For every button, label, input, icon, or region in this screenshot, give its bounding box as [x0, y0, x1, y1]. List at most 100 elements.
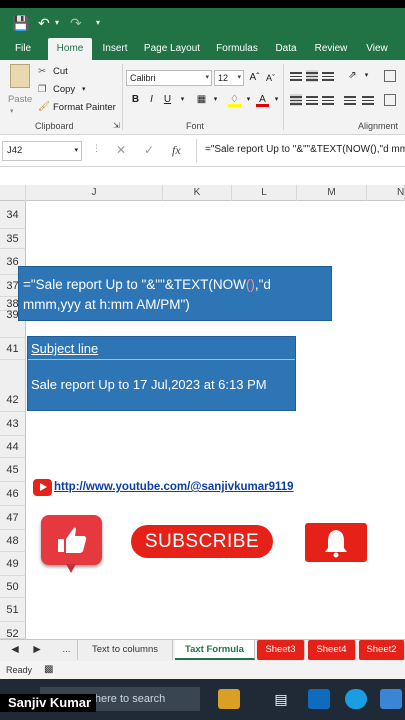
edge-icon[interactable] [345, 689, 367, 709]
copy-dropdown-icon[interactable]: ▾ [82, 84, 86, 96]
chevron-down-icon: ▾ [205, 74, 209, 81]
tab-review[interactable]: Review [312, 38, 350, 60]
column-header-j[interactable]: J [26, 185, 163, 201]
column-header-n[interactable]: N [367, 185, 405, 201]
redo-icon[interactable]: ↷ [70, 14, 82, 32]
column-header-m[interactable]: M [297, 185, 367, 201]
youtube-link[interactable]: http://www.youtube.com/@sanjivkumar9119 [54, 481, 294, 493]
orientation-dropdown-icon[interactable]: ▾ [360, 69, 373, 83]
bottom-align-icon[interactable] [322, 70, 334, 82]
tab-file[interactable]: File [8, 38, 38, 60]
align-center-icon[interactable] [306, 94, 318, 106]
paste-button[interactable]: Paste [8, 94, 32, 106]
increase-indent-icon[interactable] [362, 94, 374, 106]
font-color-icon[interactable]: A [256, 93, 269, 107]
borders-dropdown-icon[interactable]: ▾ [209, 93, 222, 107]
enter-icon[interactable]: ✓ [144, 143, 154, 157]
fill-color-icon[interactable]: ♢ [228, 93, 241, 107]
customize-toolbar-icon[interactable]: ▾ [96, 14, 100, 32]
fill-dropdown-icon[interactable]: ▾ [242, 93, 255, 107]
status-bar: Ready ▩ [0, 661, 405, 679]
sheet-tab-more[interactable]: ... [56, 640, 78, 660]
shrink-font-icon[interactable]: Aˇ [264, 71, 277, 85]
grow-font-icon[interactable]: Aˆ [248, 71, 261, 85]
wrap-text-icon[interactable] [384, 70, 396, 82]
align-right-icon[interactable] [322, 94, 334, 106]
selected-range[interactable]: Subject line Sale report Up to 17 Jul,20… [27, 336, 296, 411]
row-header-42[interactable]: 42 [0, 360, 26, 412]
like-button[interactable] [41, 515, 102, 573]
undo-dropdown-icon[interactable]: ▾ [55, 14, 59, 32]
tab-insert[interactable]: Insert [98, 38, 132, 60]
name-box[interactable]: J42 ▾ [2, 141, 82, 161]
sheet-tab-sheet4[interactable]: Sheet4 [308, 640, 356, 660]
top-align-icon[interactable] [290, 70, 302, 82]
cut-button[interactable]: Cut [53, 66, 68, 78]
macro-record-icon[interactable]: ▩ [44, 661, 53, 679]
sheet-tabs-bar: ◀ ▶ ... Text to columns Taxt Formula She… [0, 639, 405, 661]
orientation-icon[interactable]: ⇗ [346, 69, 359, 83]
row-header-50[interactable]: 50 [0, 576, 26, 598]
sheet-tab-sheet2[interactable]: Sheet2 [359, 640, 405, 660]
subject-line-value[interactable]: Sale report Up to 17 Jul,2023 at 6:13 PM [31, 377, 267, 392]
borders-icon[interactable]: ▦ [195, 93, 208, 107]
scroll-left-icon[interactable]: ◀ [8, 640, 22, 660]
status-ready: Ready [6, 665, 33, 675]
middle-align-icon[interactable] [306, 70, 318, 82]
bold-button[interactable]: B [129, 93, 142, 107]
row-header-41[interactable]: 41 [0, 338, 26, 360]
tab-data[interactable]: Data [272, 38, 300, 60]
merge-center-icon[interactable] [384, 94, 396, 106]
scroll-right-icon[interactable]: ▶ [30, 640, 44, 660]
clipboard-group-label: Clipboard [35, 121, 74, 131]
row-header-35[interactable]: 35 [0, 229, 26, 249]
row-header-48[interactable]: 48 [0, 530, 26, 552]
font-size-select[interactable]: 12 ▾ [214, 70, 244, 86]
paste-dropdown-icon[interactable]: ▾ [10, 106, 14, 118]
sheet-tab-sheet3[interactable]: Sheet3 [257, 640, 305, 660]
task-view-icon[interactable]: ▤ [270, 689, 292, 709]
font-color-dropdown-icon[interactable]: ▾ [270, 93, 283, 107]
row-header-49[interactable]: 49 [0, 552, 26, 576]
outlook-icon[interactable] [308, 689, 330, 709]
tab-view[interactable]: View [362, 38, 392, 60]
presenter-caption: Sanjiv Kumar [0, 694, 97, 712]
font-name-select[interactable]: Calibri ▾ [126, 70, 212, 86]
notification-bell-button[interactable] [305, 523, 367, 562]
ribbon-home: Paste ▾ ✂ Cut ❐ Copy ▾ 🖌 Format Painter … [0, 60, 405, 135]
row-header-43[interactable]: 43 [0, 412, 26, 436]
save-icon[interactable]: 💾 [12, 14, 29, 32]
formula-line-2: mmm,yyy at h:mm AM/PM") [23, 297, 190, 312]
subscribe-button[interactable]: SUBSCRIBE [131, 525, 273, 558]
row-header-47[interactable]: 47 [0, 506, 26, 530]
italic-button[interactable]: I [145, 93, 158, 107]
decrease-indent-icon[interactable] [344, 94, 356, 106]
align-left-icon[interactable] [290, 94, 302, 106]
briefcase-icon[interactable] [218, 689, 240, 709]
select-all-corner[interactable] [0, 185, 26, 201]
cancel-icon[interactable]: ✕ [116, 143, 126, 157]
row-header-52[interactable]: 52 [0, 622, 26, 640]
format-painter-button[interactable]: Format Painter [53, 102, 116, 114]
column-header-k[interactable]: K [163, 185, 232, 201]
formula-input[interactable]: ="Sale report Up to "&""&TEXT(NOW(),"d m… [205, 144, 405, 155]
row-header-46[interactable]: 46 [0, 482, 26, 506]
sheet-tab-text-to-columns[interactable]: Text to columns [78, 640, 173, 660]
sheet-tab-taxt-formula[interactable]: Taxt Formula [175, 640, 255, 660]
photos-icon[interactable] [380, 689, 402, 709]
row-header-51[interactable]: 51 [0, 598, 26, 622]
underline-dropdown-icon[interactable]: ▾ [176, 93, 189, 107]
row-header-45[interactable]: 45 [0, 458, 26, 482]
insert-function-button[interactable]: fx [172, 143, 181, 158]
column-header-l[interactable]: L [232, 185, 297, 201]
tab-home[interactable]: Home [48, 38, 92, 60]
underline-button[interactable]: U [161, 93, 174, 107]
clipboard-launcher-icon[interactable]: ⇲ [113, 121, 120, 130]
tab-formulas[interactable]: Formulas [213, 38, 261, 60]
row-header-34[interactable]: 34 [0, 201, 26, 229]
undo-icon[interactable]: ↶ [38, 14, 50, 32]
subject-line-header[interactable]: Subject line [31, 341, 98, 356]
copy-button[interactable]: Copy [53, 84, 75, 96]
tab-page-layout[interactable]: Page Layout [142, 38, 202, 60]
row-header-44[interactable]: 44 [0, 436, 26, 458]
